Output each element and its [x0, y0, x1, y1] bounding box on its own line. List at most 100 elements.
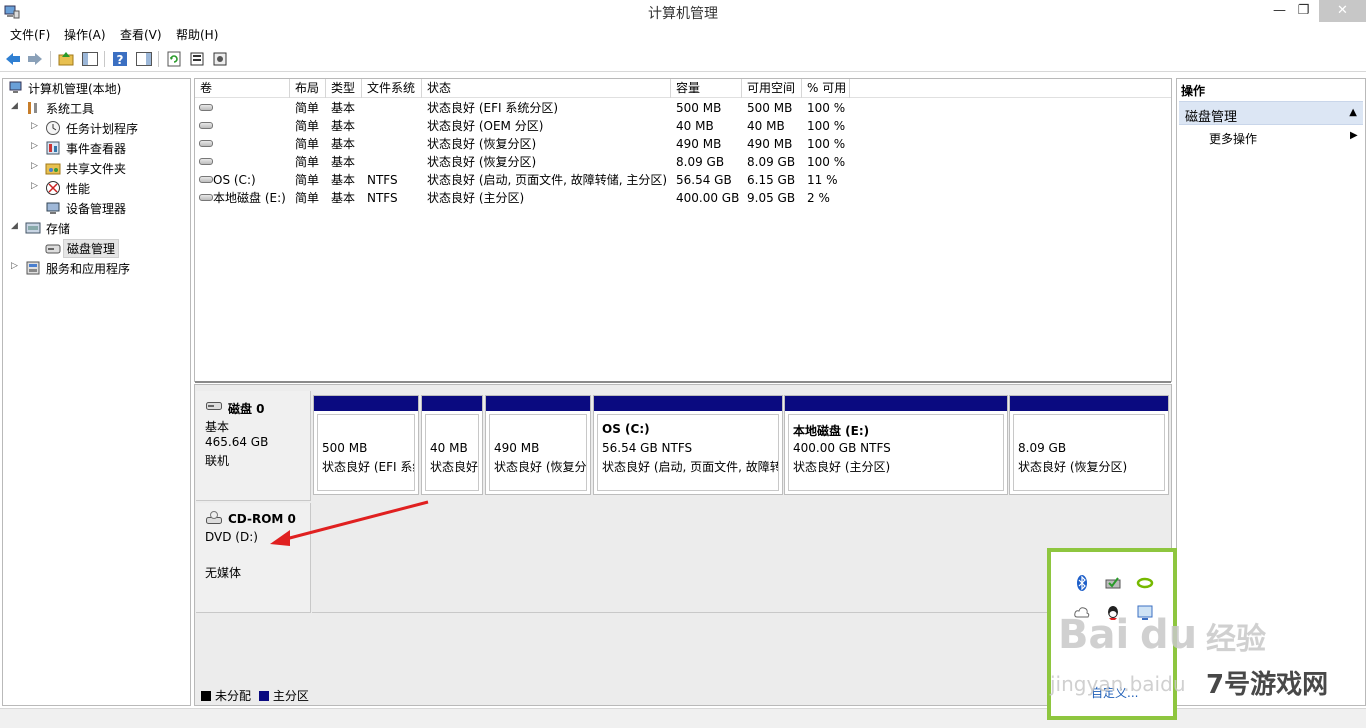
bluetooth-icon[interactable]	[1073, 574, 1091, 592]
volume-percent-free: 100 %	[807, 119, 846, 133]
tree-label: 性能	[66, 182, 91, 196]
storage-icon	[25, 222, 41, 234]
volume-type: 基本	[331, 191, 356, 205]
disk-size: 465.64 GB	[205, 435, 269, 449]
window-title: 计算机管理	[648, 6, 718, 22]
partition-size: 56.54 GB NTFS	[602, 441, 693, 455]
column-header-type[interactable]: 类型	[326, 79, 362, 98]
tree-item-performance[interactable]: ▷ 性能	[5, 179, 185, 197]
partition-recovery-2[interactable]: 8.09 GB 状态良好 (恢复分区)	[1009, 395, 1169, 495]
table-row[interactable]: 简单 基本 状态良好 (恢复分区) 8.09 GB 8.09 GB 100 %	[195, 153, 1171, 171]
table-row[interactable]: 简单 基本 状态良好 (恢复分区) 490 MB 490 MB 100 %	[195, 135, 1171, 153]
volume-status: 状态良好 (OEM 分区)	[427, 119, 544, 133]
menu-view[interactable]: 查看(V)	[120, 26, 162, 43]
collapse-up-icon[interactable]: ▲	[1349, 107, 1357, 118]
refresh-icon[interactable]	[165, 50, 183, 68]
nvidia-icon[interactable]	[1136, 574, 1154, 592]
minimize-button[interactable]: —	[1266, 0, 1293, 22]
disk-0-info[interactable]: 磁盘 0 基本 465.64 GB 联机	[196, 391, 311, 501]
column-header-filesystem[interactable]: 文件系统	[362, 79, 422, 98]
disk-type: 基本	[205, 420, 230, 434]
column-header-free-space[interactable]: 可用空间	[742, 79, 802, 98]
cdrom-drive: DVD (D:)	[205, 530, 258, 544]
disk-state: 联机	[205, 454, 230, 468]
table-row[interactable]: 本地磁盘 (E:) 简单 基本 NTFS 状态良好 (主分区) 400.00 G…	[195, 189, 1171, 207]
volume-type: 基本	[331, 155, 356, 169]
maximize-button[interactable]: ❐	[1290, 0, 1317, 22]
actions-section-label: 磁盘管理	[1185, 110, 1238, 125]
volume-percent-free: 11 %	[807, 173, 838, 187]
expanded-arrow-icon[interactable]: ◢	[11, 101, 21, 111]
collapsed-arrow-icon[interactable]: ▷	[31, 181, 41, 191]
partition-local-e[interactable]: 本地磁盘 (E:) 400.00 GB NTFS 状态良好 (主分区)	[784, 395, 1008, 495]
tree-label: 存储	[46, 222, 71, 236]
column-header-volume[interactable]: 卷	[195, 79, 290, 98]
cdrom-empty-area[interactable]	[312, 503, 1171, 613]
toolbar-separator	[158, 51, 159, 67]
tree-label: 计算机管理(本地)	[28, 82, 122, 96]
tree-item-device-manager[interactable]: 设备管理器	[5, 199, 185, 217]
column-header-capacity[interactable]: 容量	[671, 79, 742, 98]
export-icon[interactable]	[211, 50, 229, 68]
baidu-watermark: Bai	[1058, 612, 1130, 658]
volume-capacity: 500 MB	[676, 101, 722, 115]
volume-percent-free: 100 %	[807, 137, 846, 151]
forward-arrow-icon[interactable]	[26, 50, 44, 68]
tree-item-computer-management[interactable]: 计算机管理(本地)	[5, 79, 185, 97]
drive-icon	[199, 140, 213, 147]
tree-item-services-apps[interactable]: ▷ 服务和应用程序	[5, 259, 185, 277]
table-row[interactable]: 简单 基本 状态良好 (OEM 分区) 40 MB 40 MB 100 %	[195, 117, 1171, 135]
submenu-arrow-icon[interactable]: ▶	[1350, 130, 1358, 141]
volume-layout: 简单	[295, 101, 320, 115]
volume-status: 状态良好 (恢复分区)	[427, 137, 537, 151]
volume-status: 状态良好 (主分区)	[427, 191, 525, 205]
expanded-arrow-icon[interactable]: ◢	[11, 221, 21, 231]
partition-title: OS (C:)	[602, 422, 650, 436]
pane-splitter[interactable]	[195, 381, 1171, 383]
device-manager-icon	[46, 202, 60, 214]
tree-item-system-tools[interactable]: ◢ 系统工具	[5, 99, 185, 117]
legend-swatch-primary	[258, 691, 269, 701]
show-hide-tree-icon[interactable]	[81, 50, 99, 68]
tree-item-disk-management[interactable]: 磁盘管理	[5, 239, 185, 258]
tree-item-shared-folders[interactable]: ▷ 共享文件夹	[5, 159, 185, 177]
tree-item-event-viewer[interactable]: ▷ 事件查看器	[5, 139, 185, 157]
back-arrow-icon[interactable]	[4, 50, 22, 68]
menu-action[interactable]: 操作(A)	[64, 26, 106, 43]
tree-item-task-scheduler[interactable]: ▷ 任务计划程序	[5, 119, 185, 137]
collapsed-arrow-icon[interactable]: ▷	[31, 121, 41, 131]
network-check-icon[interactable]	[1104, 574, 1122, 592]
partition-os-c[interactable]: OS (C:) 56.54 GB NTFS 状态良好 (启动, 页面文件, 故障…	[593, 395, 783, 495]
partition-oem[interactable]: 40 MB 状态良好	[421, 395, 483, 495]
show-hide-action-pane-icon[interactable]	[135, 50, 153, 68]
tree-label: 磁盘管理	[63, 239, 120, 258]
menu-file[interactable]: 文件(F)	[10, 26, 50, 43]
volume-percent-free: 2 %	[807, 191, 830, 205]
column-header-status[interactable]: 状态	[422, 79, 671, 98]
properties-icon[interactable]	[188, 50, 206, 68]
close-button[interactable]: ✕	[1319, 0, 1366, 22]
tree-item-storage[interactable]: ◢ 存储	[5, 219, 185, 237]
partition-efi[interactable]: 500 MB 状态良好 (EFI 系统	[313, 395, 419, 495]
more-actions-item[interactable]: 更多操作	[1209, 130, 1257, 147]
help-icon[interactable]: ?	[111, 50, 129, 68]
collapsed-arrow-icon[interactable]: ▷	[11, 261, 21, 271]
column-header-percent-free[interactable]: % 可用	[802, 79, 850, 98]
legend: 未分配 主分区	[201, 687, 309, 704]
legend-swatch-unallocated	[201, 691, 211, 701]
partition-recovery-1[interactable]: 490 MB 状态良好 (恢复分	[485, 395, 591, 495]
table-row[interactable]: OS (C:) 简单 基本 NTFS 状态良好 (启动, 页面文件, 故障转储,…	[195, 171, 1171, 189]
collapsed-arrow-icon[interactable]: ▷	[31, 141, 41, 151]
menu-help[interactable]: 帮助(H)	[176, 26, 218, 43]
tree-label: 共享文件夹	[66, 162, 127, 176]
actions-section-disk-management[interactable]: 磁盘管理 ▲	[1179, 101, 1363, 125]
partition-size: 400.00 GB NTFS	[793, 441, 891, 455]
partition-size: 490 MB	[494, 441, 540, 455]
drive-icon	[199, 176, 213, 183]
drive-icon	[199, 194, 213, 201]
collapsed-arrow-icon[interactable]: ▷	[31, 161, 41, 171]
up-folder-icon[interactable]	[57, 50, 75, 68]
table-row[interactable]: 简单 基本 状态良好 (EFI 系统分区) 500 MB 500 MB 100 …	[195, 99, 1171, 117]
svg-text:?: ?	[117, 53, 124, 67]
column-header-layout[interactable]: 布局	[290, 79, 326, 98]
